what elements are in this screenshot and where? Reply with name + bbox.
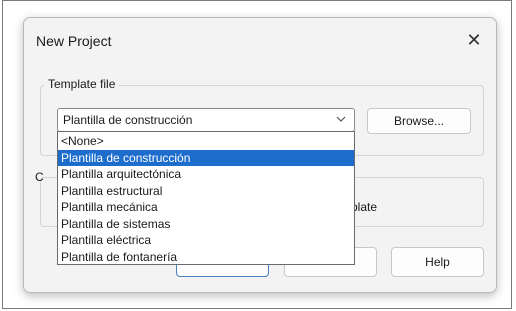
- dialog-title: New Project: [36, 33, 112, 49]
- dropdown-item-sistemas[interactable]: Plantilla de sistemas: [58, 216, 354, 233]
- dropdown-item-none[interactable]: <None>: [58, 133, 354, 150]
- help-button[interactable]: Help: [391, 247, 484, 277]
- template-dropdown-list[interactable]: <None> Plantilla de construcción Plantil…: [57, 131, 355, 265]
- dropdown-item-mecanica[interactable]: Plantilla mecánica: [58, 199, 354, 216]
- close-icon[interactable]: ✕: [458, 26, 490, 54]
- dropdown-item-estructural[interactable]: Plantilla estructural: [58, 183, 354, 200]
- dropdown-item-construccion[interactable]: Plantilla de construcción: [58, 149, 354, 166]
- template-file-label: Template file: [44, 77, 120, 91]
- dropdown-item-electrica[interactable]: Plantilla eléctrica: [58, 232, 354, 249]
- chevron-down-icon[interactable]: [334, 112, 348, 126]
- browse-button[interactable]: Browse...: [367, 108, 471, 134]
- dropdown-item-fontaneria[interactable]: Plantilla de fontanería: [58, 249, 354, 266]
- template-combobox[interactable]: Plantilla de construcción: [57, 108, 355, 132]
- create-new-label: C: [35, 170, 44, 184]
- dropdown-item-arquitectonica[interactable]: Plantilla arquitectónica: [58, 166, 354, 183]
- template-combobox-value: Plantilla de construcción: [63, 113, 193, 127]
